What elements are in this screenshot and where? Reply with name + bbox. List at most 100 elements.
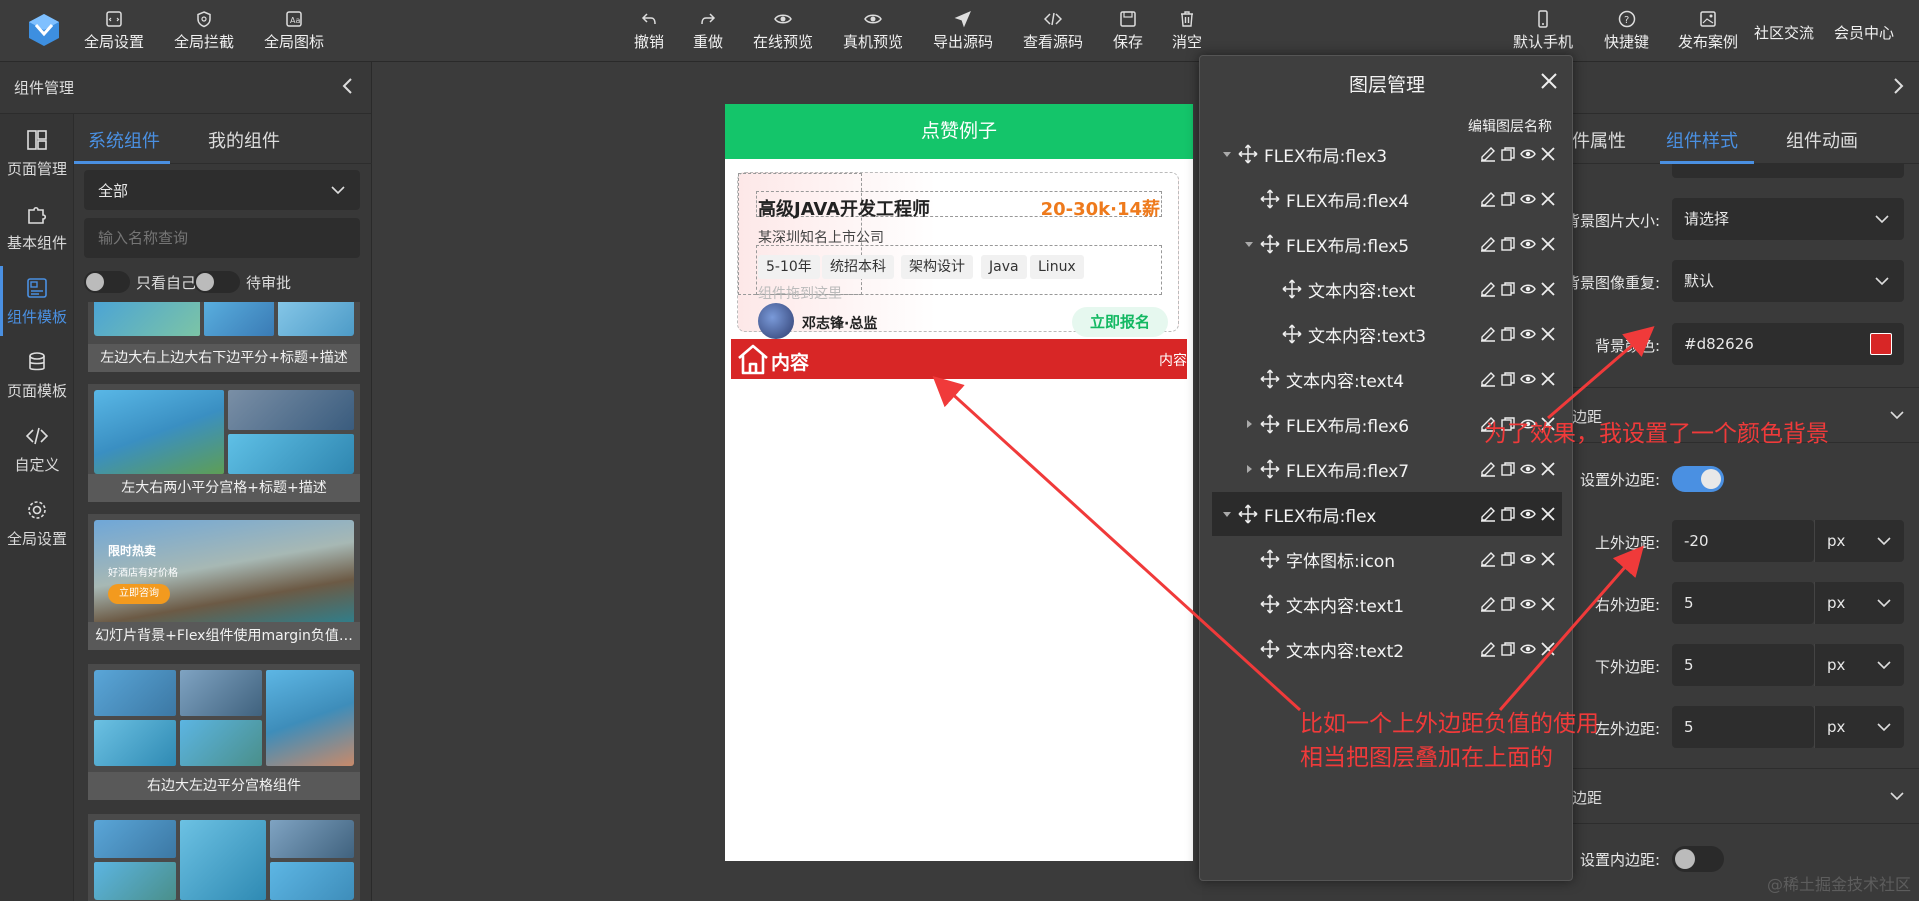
template-card[interactable]: 左大右两小平分宫格+标题+描述 bbox=[88, 384, 360, 502]
template-card[interactable] bbox=[88, 814, 360, 901]
close-icon[interactable] bbox=[1540, 281, 1556, 297]
edit-icon[interactable] bbox=[1480, 371, 1496, 387]
drag-move-icon[interactable] bbox=[1260, 189, 1280, 209]
tab-my-components[interactable]: 我的组件 bbox=[208, 127, 280, 153]
apply-button[interactable]: 立即报名 bbox=[1072, 307, 1168, 337]
edit-icon[interactable] bbox=[1480, 146, 1496, 162]
eye-icon[interactable] bbox=[1520, 281, 1536, 297]
eye-icon[interactable] bbox=[1520, 596, 1536, 612]
margin-bottom-input[interactable]: 5 bbox=[1672, 644, 1814, 686]
copy-icon[interactable] bbox=[1500, 146, 1516, 162]
margin-right-input[interactable]: 5 bbox=[1672, 582, 1814, 624]
bg-size-select[interactable]: 请选择 bbox=[1672, 198, 1904, 240]
eye-icon[interactable] bbox=[1520, 146, 1536, 162]
eye-icon[interactable] bbox=[1520, 551, 1536, 567]
margin-right-unit-select[interactable]: px bbox=[1814, 582, 1904, 624]
pending-approval-toggle[interactable]: 待审批 bbox=[194, 270, 291, 294]
color-picker-swatch[interactable] bbox=[1870, 333, 1892, 355]
drag-move-icon[interactable] bbox=[1238, 504, 1258, 524]
layer-tree-item[interactable]: FLEX布局:flex7 bbox=[1212, 447, 1562, 491]
online-preview-button[interactable]: 在线预览 bbox=[753, 10, 813, 54]
member-center-link[interactable]: 会员中心 bbox=[1834, 22, 1894, 43]
copy-icon[interactable] bbox=[1500, 191, 1516, 207]
layer-tree-item[interactable]: 文本内容:text bbox=[1212, 267, 1562, 311]
drag-move-icon[interactable] bbox=[1282, 324, 1302, 344]
chevron-right-icon[interactable] bbox=[1891, 76, 1905, 96]
drag-move-icon[interactable] bbox=[1260, 594, 1280, 614]
margin-left-unit-select[interactable]: px bbox=[1814, 706, 1904, 748]
only-mine-switch[interactable] bbox=[84, 271, 130, 293]
layer-tree-item[interactable]: 文本内容:text1 bbox=[1212, 582, 1562, 626]
device-preview-button[interactable]: 真机预览 bbox=[843, 10, 903, 54]
template-card[interactable]: 左边大右上边大右下边平分+标题+描述 bbox=[88, 302, 360, 372]
set-padding-switch[interactable] bbox=[1672, 846, 1724, 872]
close-icon[interactable] bbox=[1540, 72, 1558, 90]
close-icon[interactable] bbox=[1540, 146, 1556, 162]
nav-page-management[interactable]: 页面管理 bbox=[0, 118, 74, 188]
global-intercept-button[interactable]: 全局拦截 bbox=[174, 10, 234, 54]
pending-approval-switch[interactable] bbox=[194, 271, 240, 293]
close-icon[interactable] bbox=[1540, 506, 1556, 522]
copy-icon[interactable] bbox=[1500, 326, 1516, 342]
export-source-button[interactable]: 导出源码 bbox=[933, 10, 993, 54]
edit-icon[interactable] bbox=[1480, 281, 1496, 297]
margin-left-input[interactable]: 5 bbox=[1672, 706, 1814, 748]
caret-down-icon[interactable] bbox=[1220, 147, 1234, 161]
template-card[interactable]: 右边大左边平分宫格组件 bbox=[88, 664, 360, 800]
close-icon[interactable] bbox=[1540, 596, 1556, 612]
copy-icon[interactable] bbox=[1500, 596, 1516, 612]
bg-repeat-select[interactable]: 默认 bbox=[1672, 260, 1904, 302]
eye-icon[interactable] bbox=[1520, 641, 1536, 657]
copy-icon[interactable] bbox=[1500, 461, 1516, 477]
caret-right-icon[interactable] bbox=[1242, 462, 1256, 476]
close-icon[interactable] bbox=[1540, 326, 1556, 342]
undo-button[interactable]: 撤销 bbox=[634, 10, 664, 54]
close-icon[interactable] bbox=[1540, 191, 1556, 207]
drag-move-icon[interactable] bbox=[1282, 279, 1302, 299]
drag-move-icon[interactable] bbox=[1260, 639, 1280, 659]
nav-basic-components[interactable]: 基本组件 bbox=[0, 192, 74, 262]
close-icon[interactable] bbox=[1540, 371, 1556, 387]
shortcut-keys-button[interactable]: ? 快捷键 bbox=[1604, 10, 1649, 54]
layer-tree-item[interactable]: FLEX布局:flex3 bbox=[1212, 132, 1562, 176]
global-settings-button[interactable]: 全局设置 bbox=[84, 10, 144, 54]
caret-down-icon[interactable] bbox=[1242, 237, 1256, 251]
community-link[interactable]: 社区交流 bbox=[1754, 22, 1814, 43]
tab-system-components[interactable]: 系统组件 bbox=[88, 127, 160, 153]
job-card[interactable]: 高级JAVA开发工程师 20-30k·14薪 某深圳知名上市公司 5-10年 统… bbox=[737, 172, 1179, 339]
set-margin-switch[interactable] bbox=[1672, 466, 1724, 492]
close-icon[interactable] bbox=[1540, 551, 1556, 567]
global-icons-button[interactable]: Aa 全局图标 bbox=[264, 10, 324, 54]
close-icon[interactable] bbox=[1540, 461, 1556, 477]
tab-component-animation[interactable]: 组件动画 bbox=[1786, 127, 1858, 153]
copy-icon[interactable] bbox=[1500, 236, 1516, 252]
tab-component-properties[interactable]: 件属性 bbox=[1572, 127, 1626, 153]
eye-icon[interactable] bbox=[1520, 461, 1536, 477]
layer-tree-item[interactable]: FLEX布局:flex5 bbox=[1212, 222, 1562, 266]
drag-move-icon[interactable] bbox=[1260, 549, 1280, 569]
bg-color-input[interactable]: #d82626 bbox=[1672, 323, 1904, 365]
layer-tree-item[interactable]: 文本内容:text4 bbox=[1212, 357, 1562, 401]
close-icon[interactable] bbox=[1540, 236, 1556, 252]
eye-icon[interactable] bbox=[1520, 236, 1536, 252]
layer-tree-item[interactable]: FLEX布局:flex bbox=[1212, 492, 1562, 536]
eye-icon[interactable] bbox=[1520, 506, 1536, 522]
copy-icon[interactable] bbox=[1500, 506, 1516, 522]
nav-component-templates[interactable]: 组件模板 bbox=[0, 266, 74, 336]
eye-icon[interactable] bbox=[1520, 371, 1536, 387]
nav-page-templates[interactable]: 页面模板 bbox=[0, 340, 74, 410]
copy-icon[interactable] bbox=[1500, 551, 1516, 567]
tab-component-style[interactable]: 组件样式 bbox=[1666, 127, 1738, 153]
template-card[interactable]: 限时热卖 好酒店有好价格 立即咨询 幻灯片背景+Flex组件使用margin负值… bbox=[88, 514, 360, 650]
redo-button[interactable]: 重做 bbox=[693, 10, 723, 54]
edit-icon[interactable] bbox=[1480, 191, 1496, 207]
app-logo[interactable] bbox=[26, 12, 62, 48]
drag-move-icon[interactable] bbox=[1260, 459, 1280, 479]
only-mine-toggle[interactable]: 只看自己 bbox=[84, 270, 196, 294]
edit-icon[interactable] bbox=[1480, 236, 1496, 252]
margin-bottom-unit-select[interactable]: px bbox=[1814, 644, 1904, 686]
layer-tree-item[interactable]: 字体图标:icon bbox=[1212, 537, 1562, 581]
nav-custom[interactable]: 自定义 bbox=[0, 414, 74, 484]
default-phone-button[interactable]: 默认手机 bbox=[1513, 10, 1573, 54]
clear-button[interactable]: 消空 bbox=[1172, 10, 1202, 54]
